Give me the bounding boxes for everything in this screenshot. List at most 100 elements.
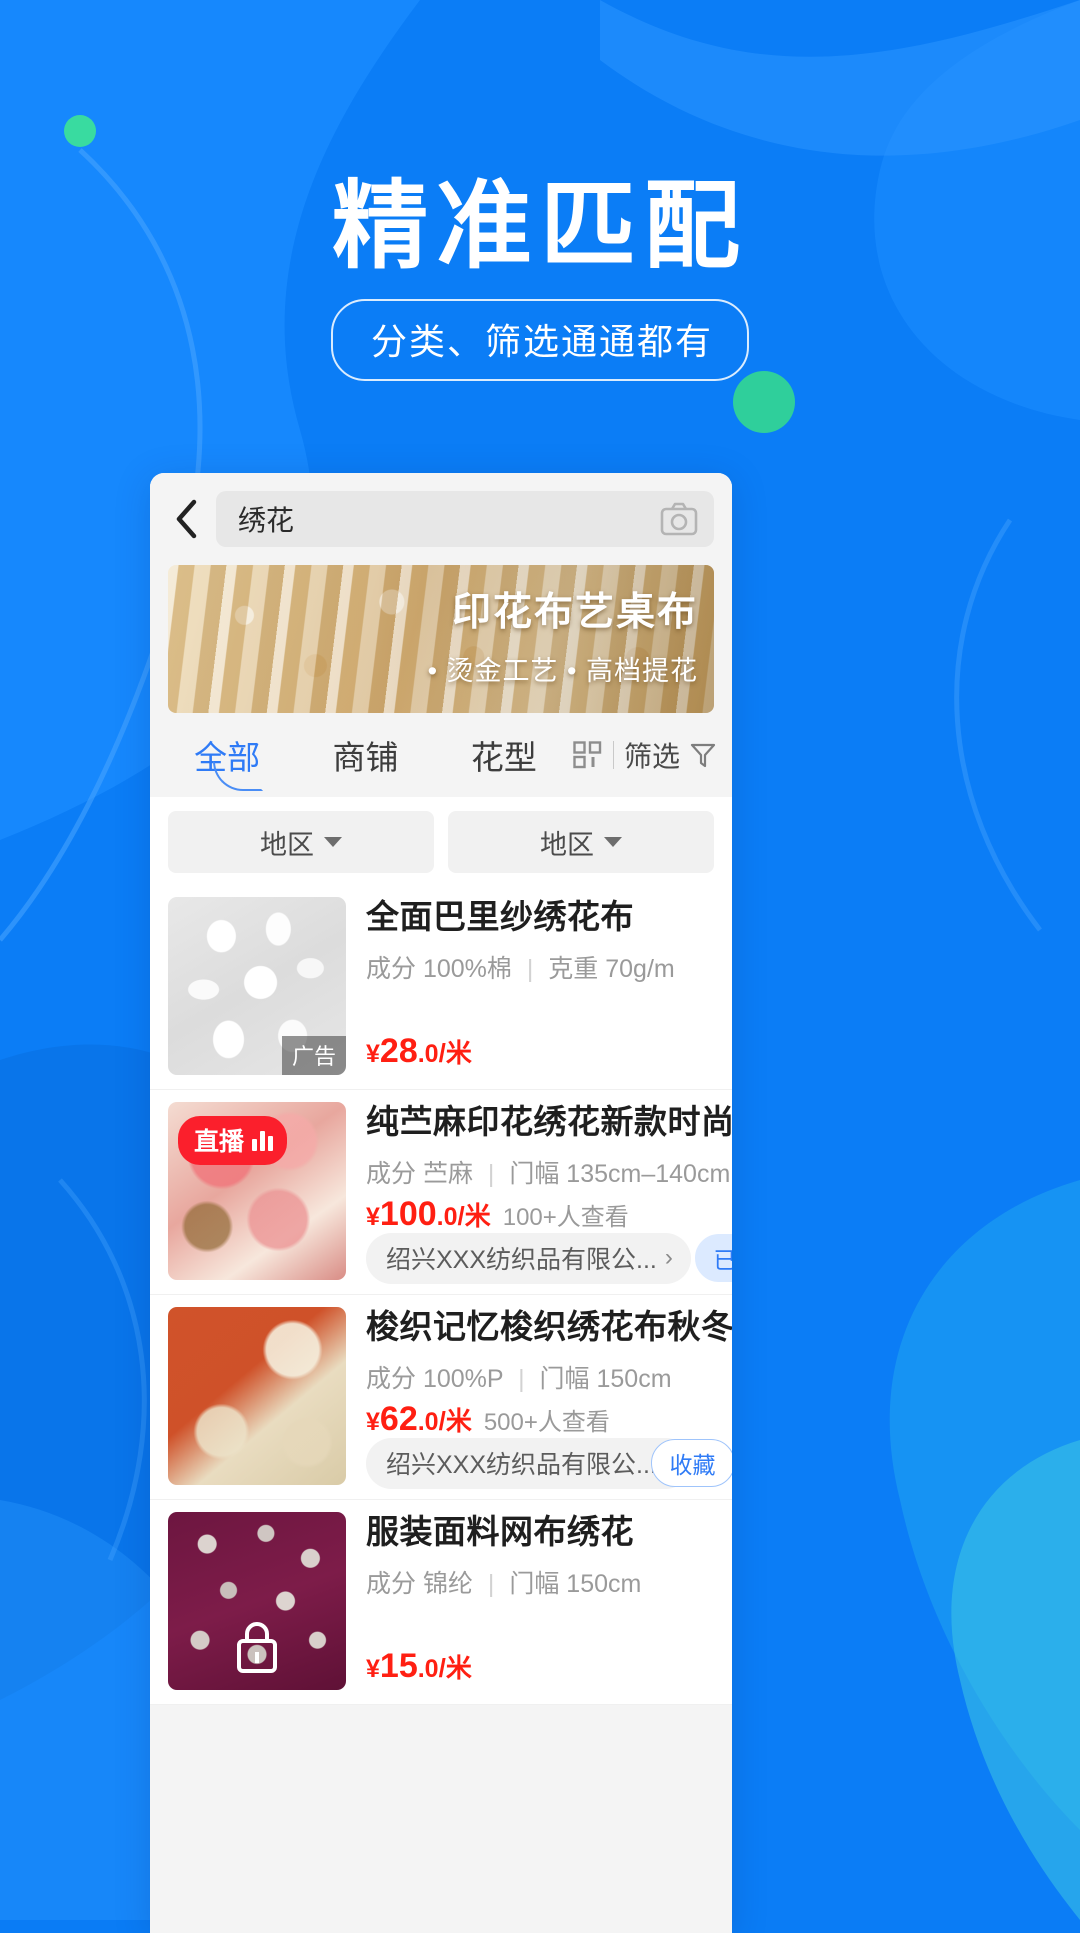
table-row[interactable]: 直播 纯苎麻印花绣花新款时尚女装 成分 苎麻 | 门幅 135cm–140cm … bbox=[150, 1090, 732, 1295]
price-integer: 15 bbox=[379, 1647, 418, 1685]
table-row[interactable]: 服装面料网布绣花 成分 锦纶 | 门幅 150cm ¥15.0/米 bbox=[150, 1500, 732, 1705]
chevron-down-icon bbox=[324, 837, 342, 847]
grid-view-icon[interactable] bbox=[573, 741, 603, 769]
product-spec: 成分 锦纶 | 门幅 150cm bbox=[366, 1564, 714, 1600]
search-bar: 绣花 bbox=[150, 473, 732, 565]
product-spec-left: 成分 100%棉 bbox=[366, 955, 512, 984]
spec-separator: | bbox=[518, 1365, 525, 1394]
banner-title: 印花布艺桌布 bbox=[451, 591, 698, 634]
filter-label[interactable]: 筛选 bbox=[624, 735, 680, 775]
product-title: 梭织记忆梭织绣花布秋冬 bbox=[366, 1308, 732, 1345]
product-thumbnail[interactable] bbox=[168, 1512, 346, 1690]
price-integer: 62 bbox=[379, 1400, 418, 1438]
decor-dot-small bbox=[64, 115, 96, 147]
filter-divider bbox=[612, 741, 614, 769]
shop-link[interactable]: 绍兴XXX纺织品有限公... › bbox=[366, 1438, 691, 1489]
promo-title: 精准匹配 bbox=[332, 173, 748, 280]
product-price: ¥62.0/米 bbox=[366, 1400, 472, 1439]
product-spec-right: 门幅 150cm bbox=[539, 1365, 672, 1394]
product-spec-left: 成分 苎麻 bbox=[366, 1160, 473, 1189]
currency-symbol: ¥ bbox=[366, 1655, 380, 1683]
product-info: 纯苎麻印花绣花新款时尚女装 成分 苎麻 | 门幅 135cm–140cm ¥10… bbox=[346, 1102, 732, 1284]
product-spec: 成分 100%P | 门幅 150cm bbox=[366, 1359, 732, 1395]
price-decimal: .0 bbox=[436, 1203, 458, 1231]
product-spec-left: 成分 锦纶 bbox=[366, 1570, 473, 1599]
currency-symbol: ¥ bbox=[366, 1408, 380, 1436]
grid-view-glyph bbox=[573, 741, 602, 769]
product-spec-right: 门幅 150cm bbox=[509, 1570, 642, 1599]
region-dropdown-1-label: 地区 bbox=[260, 829, 314, 860]
funnel-filter-icon[interactable] bbox=[690, 742, 716, 768]
price-unit: /米 bbox=[457, 1201, 491, 1231]
chevron-left-glyph bbox=[176, 499, 197, 539]
product-spec: 成分 100%棉 | 克重 70g/m bbox=[366, 949, 714, 985]
spec-separator: | bbox=[487, 1570, 495, 1599]
search-keyword: 绣花 bbox=[238, 505, 295, 536]
live-badge[interactable]: 直播 bbox=[178, 1116, 288, 1165]
currency-symbol: ¥ bbox=[366, 1040, 380, 1068]
table-row[interactable]: 广告 全面巴里纱绣花布 成分 100%棉 | 克重 70g/m ¥28.0/米 bbox=[150, 885, 732, 1090]
live-badge-label: 直播 bbox=[194, 1128, 245, 1156]
spec-separator: | bbox=[526, 955, 534, 984]
region-dropdown-1[interactable]: 地区 bbox=[168, 811, 434, 873]
product-info: 全面巴里纱绣花布 成分 100%棉 | 克重 70g/m ¥28.0/米 bbox=[346, 897, 714, 1075]
product-title: 服装面料网布绣花 bbox=[366, 1513, 634, 1550]
product-info: 服装面料网布绣花 成分 锦纶 | 门幅 150cm ¥15.0/米 bbox=[346, 1512, 714, 1690]
product-price: ¥15.0/米 bbox=[366, 1647, 472, 1686]
product-list: 地区 地区 广告 全面巴里纱绣花布 成分 100%棉 | 克重 70g/m ¥2… bbox=[150, 797, 732, 1705]
product-price: ¥28.0/米 bbox=[366, 1032, 472, 1071]
chevron-down-icon bbox=[604, 837, 622, 847]
lock-glyph bbox=[237, 1622, 277, 1673]
product-view-count: 100+人查看 bbox=[502, 1204, 629, 1231]
product-spec-right: 门幅 135cm–140cm bbox=[509, 1160, 731, 1189]
search-input[interactable]: 绣花 bbox=[216, 491, 714, 547]
category-tabs: 全部 商铺 花型 筛选 bbox=[150, 713, 732, 797]
price-unit: /米 bbox=[438, 1653, 472, 1683]
product-price-line: ¥15.0/米 bbox=[366, 1647, 472, 1686]
chevron-right-icon: › bbox=[664, 1244, 673, 1271]
camera-icon[interactable] bbox=[660, 502, 698, 536]
tab-patterns[interactable]: 花型 bbox=[435, 731, 573, 779]
spec-separator: | bbox=[487, 1160, 495, 1189]
camera-glyph bbox=[660, 502, 698, 536]
price-decimal: .0 bbox=[417, 1040, 439, 1068]
region-dropdown-2-label: 地区 bbox=[540, 829, 594, 860]
region-filter-bar: 地区 地区 bbox=[150, 797, 732, 885]
banner-features: • 烫金工艺 • 高档提花 bbox=[427, 655, 698, 686]
favorite-button[interactable]: 已收藏 bbox=[694, 1234, 732, 1282]
shop-link[interactable]: 绍兴XXX纺织品有限公... › bbox=[366, 1233, 691, 1284]
currency-symbol: ¥ bbox=[366, 1203, 380, 1231]
product-thumbnail[interactable]: 直播 bbox=[168, 1102, 346, 1280]
product-title: 全面巴里纱绣花布 bbox=[366, 898, 634, 935]
product-view-count: 500+人查看 bbox=[483, 1409, 610, 1436]
filter-zone: 筛选 bbox=[573, 735, 718, 775]
region-dropdown-2[interactable]: 地区 bbox=[448, 811, 714, 873]
lock-icon bbox=[168, 1512, 346, 1690]
ad-badge: 广告 bbox=[281, 1036, 346, 1075]
favorite-button[interactable]: 收藏 bbox=[650, 1439, 732, 1487]
product-price-line: ¥100.0/米 100+人查看 bbox=[366, 1195, 629, 1234]
price-decimal: .0 bbox=[417, 1408, 439, 1436]
product-price-line: ¥62.0/米 500+人查看 bbox=[366, 1400, 610, 1439]
product-price-line: ¥28.0/米 bbox=[366, 1032, 472, 1071]
price-unit: /米 bbox=[438, 1406, 472, 1436]
promo-banner[interactable]: 印花布艺桌布 • 烫金工艺 • 高档提花 bbox=[168, 565, 714, 713]
product-info: 梭织记忆梭织绣花布秋冬 成分 100%P | 门幅 150cm ¥62.0/米 … bbox=[346, 1307, 732, 1489]
shop-name: 绍兴XXX纺织品有限公... bbox=[386, 1246, 657, 1274]
product-spec-left: 成分 100%P bbox=[366, 1365, 504, 1394]
chevron-left-icon[interactable] bbox=[164, 496, 210, 542]
product-price: ¥100.0/米 bbox=[366, 1195, 491, 1234]
price-integer: 100 bbox=[379, 1195, 437, 1233]
funnel-glyph bbox=[690, 743, 716, 768]
app-screenshot-card: 绣花 印花布艺桌布 • 烫金工艺 • 高档提花 全部 商铺 花型 筛选 地区 地… bbox=[150, 473, 732, 1933]
promo-subtitle-pill: 分类、筛选通通都有 bbox=[330, 299, 750, 381]
product-title: 纯苎麻印花绣花新款时尚女装 bbox=[366, 1103, 732, 1140]
price-decimal: .0 bbox=[417, 1655, 439, 1683]
product-thumbnail[interactable]: 广告 bbox=[168, 897, 346, 1075]
decor-dot-large bbox=[733, 371, 795, 433]
table-row[interactable]: 梭织记忆梭织绣花布秋冬 成分 100%P | 门幅 150cm ¥62.0/米 … bbox=[150, 1295, 732, 1500]
tab-shops[interactable]: 商铺 bbox=[296, 731, 434, 779]
tab-all[interactable]: 全部 bbox=[158, 731, 296, 779]
product-thumbnail[interactable] bbox=[168, 1307, 346, 1485]
product-spec-right: 克重 70g/m bbox=[548, 955, 675, 984]
